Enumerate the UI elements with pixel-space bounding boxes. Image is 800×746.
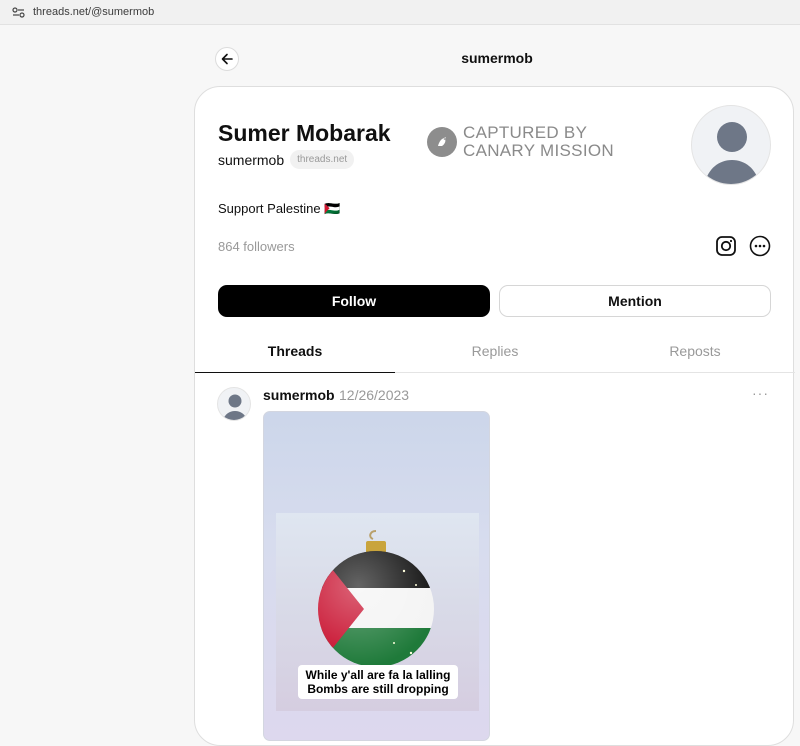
profile-avatar[interactable]	[691, 105, 771, 185]
more-options-icon[interactable]	[749, 235, 771, 257]
profile-card: Sumer Mobarak sumermob threads.net CAPTU…	[194, 86, 795, 746]
tab-replies[interactable]: Replies	[395, 333, 595, 372]
followers-count[interactable]: 864 followers	[218, 239, 295, 254]
mention-button[interactable]: Mention	[499, 285, 771, 317]
url-text[interactable]: threads.net/@sumermob	[33, 6, 154, 18]
site-settings-icon[interactable]	[11, 5, 25, 19]
image-caption: While y'all are fa la lalling Bombs are …	[298, 665, 458, 699]
post-avatar[interactable]	[217, 387, 251, 421]
profile-bio: Support Palestine 🇵🇸	[218, 201, 341, 216]
post-more-icon[interactable]: ···	[752, 385, 769, 401]
canary-bird-icon	[427, 127, 457, 157]
handle-row: sumermob threads.net	[218, 150, 355, 169]
watermark-line1: CAPTURED BY	[463, 123, 588, 142]
watermark: CAPTURED BY CANARY MISSION	[427, 124, 614, 160]
domain-badge[interactable]: threads.net	[290, 150, 355, 169]
post-image[interactable]: While y'all are fa la lalling Bombs are …	[263, 411, 490, 741]
profile-name: Sumer Mobarak	[218, 120, 391, 146]
profile-topbar: sumermob	[194, 40, 800, 78]
profile-handle: sumermob	[218, 151, 285, 168]
image-caption-line1: While y'all are fa la lalling	[305, 668, 451, 682]
image-caption-line2: Bombs are still dropping	[307, 682, 449, 696]
tab-reposts[interactable]: Reposts	[595, 333, 795, 372]
browser-address-bar[interactable]: threads.net/@sumermob	[0, 0, 800, 25]
image-content: While y'all are fa la lalling Bombs are …	[276, 513, 479, 711]
instagram-icon[interactable]	[715, 235, 737, 257]
watermark-text: CAPTURED BY CANARY MISSION	[463, 124, 614, 160]
post-author[interactable]: sumermob	[263, 387, 335, 403]
post-date[interactable]: 12/26/2023	[339, 387, 409, 403]
profile-tabs: Threads Replies Reposts	[195, 333, 795, 373]
page-title: sumermob	[461, 50, 533, 66]
watermark-line2: CANARY MISSION	[463, 141, 614, 160]
follow-button[interactable]: Follow	[218, 285, 490, 317]
tab-threads[interactable]: Threads	[195, 333, 395, 373]
